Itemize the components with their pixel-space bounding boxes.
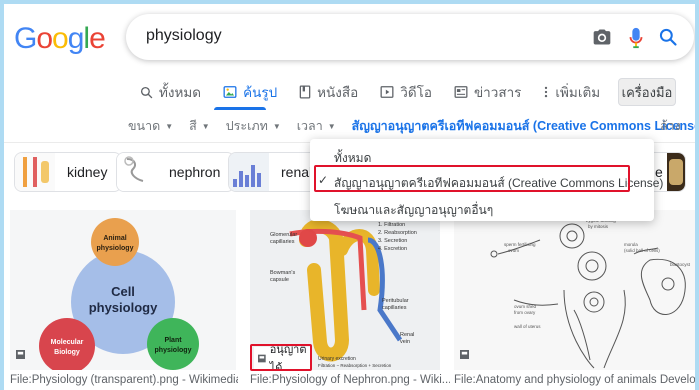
diagram-label-animal-2: physiology	[97, 245, 134, 252]
caret-down-icon: ▼	[165, 121, 174, 131]
anatomy-label-2b: by mitosis	[588, 224, 609, 229]
diagram-label-plant-2: physiology	[155, 347, 192, 354]
filter-label: ขนาด	[128, 119, 161, 133]
nephron-label-glomerular-2: capillaries	[270, 239, 295, 245]
nephron-label-step4: 4. Excretion	[378, 246, 407, 252]
image-source-icon	[16, 346, 25, 364]
news-icon	[454, 86, 468, 98]
anatomy-label-5: wall of uterus	[514, 324, 541, 329]
filter-size[interactable]: ขนาด ▼	[128, 116, 173, 136]
clear-filters-link[interactable]: ล้าง	[660, 116, 681, 136]
tools-button[interactable]: เครื่องมือ	[618, 78, 676, 106]
cell-physiology-diagram: Cell physiology Animal physiology Molecu…	[10, 210, 236, 370]
tab-label: ค้นรูป	[243, 85, 278, 100]
tab-videos[interactable]: วิดีโอ	[380, 82, 432, 102]
diagram-label-plant: Plant	[164, 337, 182, 344]
nephron-label-bowman: Bowman's	[270, 270, 295, 276]
filter-label: ประเภท	[225, 119, 268, 133]
chip-label: renal	[281, 164, 313, 180]
filter-time[interactable]: เวลา ▼	[297, 116, 336, 136]
image-caption-anatomy[interactable]: File:Anatomy and physiology of animals D…	[454, 374, 695, 386]
anatomy-label-4b: from ovary	[514, 310, 536, 315]
filter-license[interactable]: สัญญาอนุญาตครีเอทีฟคอมมอนส์ (Creative Co…	[352, 116, 695, 136]
nephron-label-vein-2: vein	[400, 339, 410, 345]
tab-label: วิดีโอ	[400, 85, 432, 100]
nephron-label-step1: 1. Filtration	[378, 222, 405, 228]
related-chip-renal[interactable]: renal	[228, 152, 318, 192]
microphone-icon[interactable]	[628, 27, 644, 54]
filter-type[interactable]: ประเภท ▼	[226, 116, 281, 136]
more-vert-icon	[545, 86, 548, 98]
option-highlight-box	[314, 165, 630, 192]
tab-label: เพิ่มเติม	[555, 85, 601, 100]
filter-label: เวลา	[296, 119, 323, 133]
nephron-label-bowman-2: capsule	[270, 277, 289, 283]
nephron-label-peritubular-2: capillaries	[382, 305, 407, 311]
image-result-physiology[interactable]: Cell physiology Animal physiology Molecu…	[10, 210, 236, 370]
browser-page: Google physiology ทั้งหมด ค้นรูป หนังสือ	[4, 4, 695, 390]
search-box[interactable]: physiology	[126, 14, 694, 60]
tab-all[interactable]: ทั้งหมด	[140, 82, 201, 102]
nephron-label-glomerular: Glomerular	[270, 232, 297, 238]
diagram-label-center: Cell	[111, 284, 135, 299]
search-icon[interactable]	[658, 27, 678, 52]
anatomy-label-3b: (solid ball of cells)	[624, 248, 660, 253]
tab-label: ทั้งหมด	[159, 85, 202, 100]
tab-news[interactable]: ข่าวสาร	[454, 82, 521, 102]
caret-down-icon: ▼	[327, 121, 336, 131]
chip-thumbnail	[15, 153, 55, 191]
image-source-icon	[460, 346, 469, 364]
tab-more[interactable]: เพิ่มเติม	[543, 82, 600, 102]
filter-label: สัญญาอนุญาตครีเอทีฟคอมมอนส์ (Creative Co…	[351, 119, 695, 133]
active-tab-indicator	[214, 107, 266, 110]
nephron-label-formula: Filtration − Reabsorption + Secretion	[318, 363, 392, 368]
diagram-label-molecular: Molecular	[51, 339, 84, 346]
filter-bar: ขนาด ▼ สี ▼ ประเภท ▼ เวลา ▼ สัญญาอนุญาตครีเอ…	[128, 116, 695, 136]
license-highlight-box	[250, 344, 312, 371]
diagram-label-animal: Animal	[103, 235, 126, 242]
caret-down-icon: ▼	[201, 121, 210, 131]
tab-label: ข่าวสาร	[473, 85, 522, 100]
diagram-label-center-2: physiology	[89, 300, 158, 315]
image-caption-physiology[interactable]: File:Physiology (transparent).png - Wiki…	[10, 374, 238, 386]
diagram-label-molecular-2: Biology	[54, 349, 80, 356]
anatomy-label-6: blastocyst	[670, 262, 691, 267]
related-chip-kidney[interactable]: kidney	[14, 152, 123, 192]
chip-label: nephron	[169, 164, 221, 180]
image-result-anatomy[interactable]: sperm fertilising ovum zygote dividing b…	[454, 210, 695, 370]
tab-images[interactable]: ค้นรูป	[223, 82, 277, 102]
camera-icon[interactable]	[592, 27, 612, 52]
nephron-label-step2: 2. Reabsorption	[378, 230, 417, 236]
image-caption-nephron[interactable]: File:Physiology of Nephron.png - Wiki...	[250, 374, 450, 386]
anatomy-label-3: morula	[624, 242, 638, 247]
filter-label: สี	[189, 119, 197, 133]
video-icon	[380, 86, 394, 98]
tab-books[interactable]: หนังสือ	[299, 82, 358, 102]
chip-thumbnail	[229, 153, 269, 191]
nephron-label-urinary: Urinary excretion	[318, 356, 356, 362]
nephron-label-step3: 3. Secretion	[378, 238, 407, 244]
search-icon	[140, 86, 153, 98]
anatomy-label-1: sperm fertilising	[504, 242, 536, 247]
anatomy-label-4: ovum shed	[514, 304, 537, 309]
search-tabs: ทั้งหมด ค้นรูป หนังสือ วิดีโอ ข่าวสาร เพ…	[140, 82, 622, 102]
license-option-commercial[interactable]: โฆษณาและสัญญาอนุญาตอื่นๆ	[334, 201, 493, 220]
nephron-label-peritubular: Peritubular	[382, 298, 409, 304]
caret-down-icon: ▼	[272, 121, 281, 131]
chip-label: kidney	[67, 164, 108, 180]
search-input[interactable]: physiology	[146, 27, 222, 45]
chip-thumbnail	[117, 153, 157, 191]
book-icon	[299, 85, 311, 99]
chip-thumbnail	[666, 153, 685, 191]
image-icon	[223, 86, 237, 98]
related-chip-nephron[interactable]: nephron	[116, 152, 236, 192]
tab-label: หนังสือ	[317, 85, 359, 100]
google-logo[interactable]: Google	[14, 22, 106, 56]
nephron-label-vein: Renal	[400, 332, 414, 338]
anatomy-label-1b: ovum	[508, 248, 519, 253]
anatomy-diagram: sperm fertilising ovum zygote dividing b…	[454, 210, 695, 370]
filter-color[interactable]: สี ▼	[189, 116, 210, 136]
